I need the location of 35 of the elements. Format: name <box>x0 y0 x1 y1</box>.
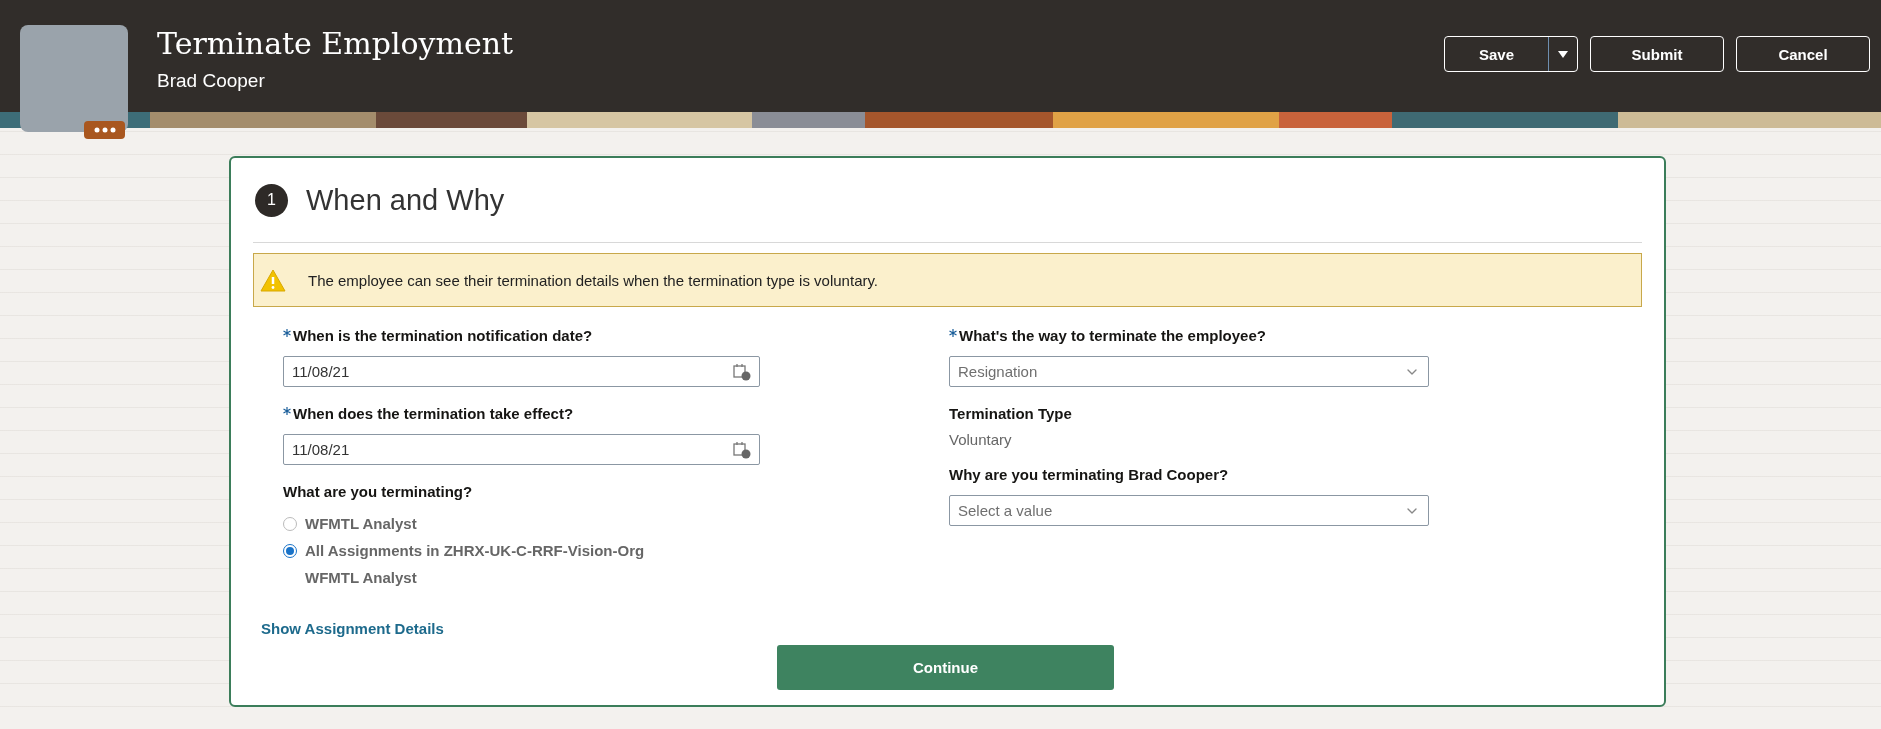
field-label: When is the termination notification date? <box>283 327 949 349</box>
warning-icon <box>260 268 286 292</box>
select-field[interactable]: Resignation <box>949 356 1429 387</box>
step-title: When and Why <box>306 183 505 217</box>
date-field[interactable]: 11/08/21 <box>283 434 760 465</box>
radio-button[interactable] <box>283 543 297 558</box>
page-title: Terminate Employment <box>157 25 514 63</box>
assignment-detail: WFMTL Analyst <box>305 569 418 586</box>
dots-icon <box>93 127 116 133</box>
more-button[interactable] <box>84 121 125 139</box>
required-icon <box>949 329 957 337</box>
calendar-icon[interactable] <box>733 440 751 459</box>
save-split-button[interactable]: Save <box>1444 36 1578 72</box>
select-field[interactable]: Select a value <box>949 495 1429 526</box>
step-number: 1 <box>255 183 288 217</box>
date-field[interactable]: 11/08/21 <box>283 356 760 387</box>
calendar-icon[interactable] <box>733 362 751 381</box>
warning-message: The employee can see their termination details when the termination type is voluntary. <box>308 271 879 289</box>
radio-button[interactable] <box>283 516 297 531</box>
field-value: Voluntary <box>949 431 1013 448</box>
radio-label: WFMTL Analyst <box>305 515 417 532</box>
continue-button[interactable]: Continue <box>777 645 1114 690</box>
required-icon <box>283 407 291 415</box>
field-label: When does the termination take effect? <box>283 405 949 427</box>
radio-label: All Assignments in ZHRX-UK-C-RRF-Vision-Org <box>305 542 645 559</box>
required-icon <box>283 329 291 337</box>
header-button[interactable]: Cancel <box>1736 36 1870 72</box>
show-details-link[interactable]: Show Assignment Details <box>261 620 444 637</box>
field-label: What are you terminating? <box>283 483 474 502</box>
employee-name: Brad Cooper <box>157 70 266 92</box>
header-button[interactable]: Submit <box>1590 36 1724 72</box>
caret-icon[interactable] <box>1558 50 1568 58</box>
field-label: Why are you terminating Brad Cooper? <box>949 466 1230 485</box>
field-label: What's the way to terminate the employee? <box>949 327 1429 349</box>
field-label: Termination Type <box>949 405 1073 424</box>
